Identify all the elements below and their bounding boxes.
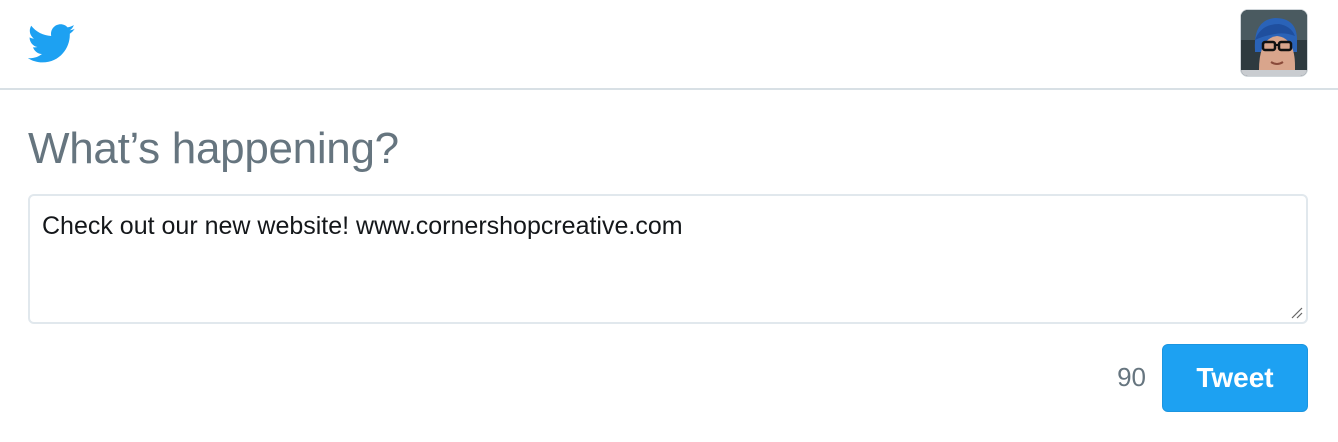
twitter-bird-icon[interactable] bbox=[27, 24, 76, 64]
character-counter: 90 bbox=[1117, 362, 1146, 392]
resize-handle-icon[interactable] bbox=[1288, 304, 1304, 320]
composer-heading: What’s happening? bbox=[28, 124, 399, 173]
tweet-textarea[interactable]: Check out our new website! www.cornersho… bbox=[30, 196, 1306, 322]
avatar[interactable] bbox=[1240, 9, 1308, 77]
top-bar bbox=[0, 0, 1338, 90]
tweet-textarea-container: Check out our new website! www.cornersho… bbox=[28, 194, 1308, 324]
tweet-button[interactable]: Tweet bbox=[1162, 344, 1308, 412]
